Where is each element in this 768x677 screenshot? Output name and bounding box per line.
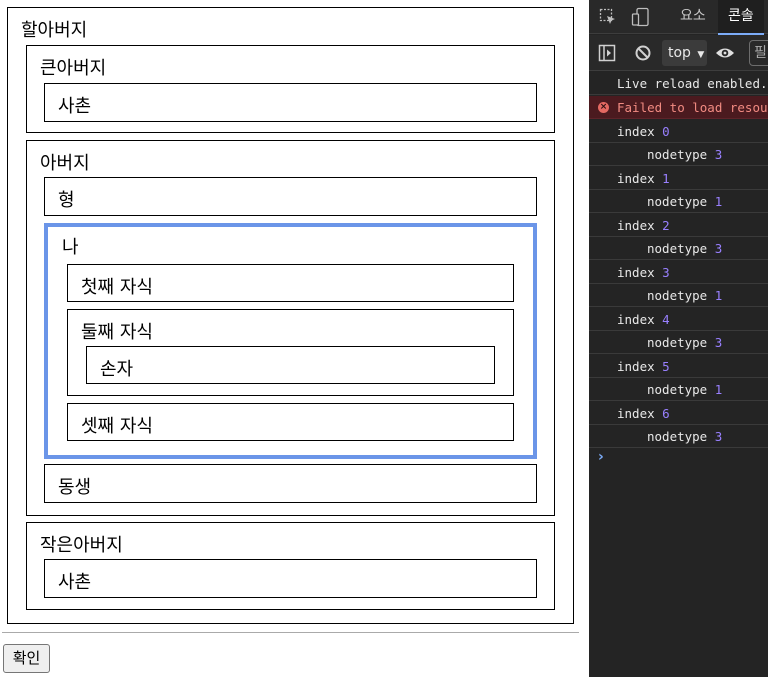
console-message: nodetype 1 <box>589 190 768 213</box>
error-icon: × <box>598 102 609 113</box>
log-label: nodetype <box>647 147 708 162</box>
log-label: nodetype <box>647 194 708 209</box>
log-label: index <box>617 218 655 233</box>
inspect-icon[interactable] <box>599 8 617 26</box>
log-label: nodetype <box>647 241 708 256</box>
log-value: 2 <box>662 218 670 233</box>
father-label: 아버지 <box>40 153 90 174</box>
younger-sibling-label: 동생 <box>58 477 92 498</box>
grandfather-label: 할아버지 <box>21 20 88 41</box>
younger-sibling-box: 동생 <box>44 464 537 503</box>
device-toggle-icon[interactable] <box>631 7 651 27</box>
log-label: nodetype <box>647 382 708 397</box>
cousin-label-2: 사촌 <box>58 572 92 593</box>
log-value: 1 <box>662 171 670 186</box>
context-selector[interactable]: top ▼ <box>662 40 707 66</box>
log-value: 1 <box>714 194 723 209</box>
second-child-label: 둘째 자식 <box>81 322 153 343</box>
log-label: index <box>617 359 655 374</box>
console-prompt[interactable]: › <box>598 449 604 465</box>
first-child-label: 첫째 자식 <box>81 277 153 298</box>
log-label: index <box>617 265 655 280</box>
dropdown-arrow-icon: ▼ <box>697 50 705 60</box>
log-label: index <box>617 171 655 186</box>
console-message: index 4 <box>589 308 768 331</box>
console-message: Live reload enabled. <box>589 72 768 95</box>
log-label: index <box>617 124 655 139</box>
console-toolbar: top ▼ 필 <box>589 35 768 71</box>
console-error-message: × Failed to load resou <box>589 96 768 119</box>
third-child-box: 셋째 자식 <box>67 403 514 441</box>
confirm-button[interactable]: 확인 <box>3 644 50 673</box>
console-message: index 6 <box>589 402 768 425</box>
console-filter-input[interactable]: 필 <box>749 40 768 66</box>
devtools-tab-bar: 요소 콘솔 <box>589 0 768 35</box>
log-value: 0 <box>662 124 670 139</box>
log-value: 3 <box>714 429 723 444</box>
cousin-box-1: 사촌 <box>44 83 537 122</box>
console-message: nodetype 1 <box>589 378 768 401</box>
error-text: Failed to load resou <box>617 100 768 115</box>
page: 할아버지 큰아버지 사촌 아버지 형 나 첫째 자식 둘째 자식 손자 셋째 자… <box>0 0 589 677</box>
log-label: nodetype <box>647 335 708 350</box>
cousin-label-1: 사촌 <box>58 96 92 117</box>
grandchild-label: 손자 <box>100 359 134 380</box>
context-value: top <box>668 45 691 61</box>
big-uncle-label: 큰아버지 <box>40 58 107 79</box>
log-value: 3 <box>714 335 723 350</box>
log-value: 3 <box>714 147 723 162</box>
divider <box>2 632 579 633</box>
log-label: index <box>617 312 655 327</box>
sidebar-toggle-icon[interactable] <box>598 44 616 62</box>
log-value: 3 <box>662 265 670 280</box>
clear-console-icon[interactable] <box>634 44 652 62</box>
console-message: index 0 <box>589 120 768 143</box>
console-message: index 3 <box>589 261 768 284</box>
cousin-box-2: 사촌 <box>44 559 537 598</box>
log-label: index <box>617 406 655 421</box>
console-message: index 5 <box>589 355 768 378</box>
small-uncle-label: 작은아버지 <box>40 535 123 556</box>
tab-console[interactable]: 콘솔 <box>718 0 764 35</box>
older-brother-label: 형 <box>58 190 75 211</box>
grandchild-box: 손자 <box>86 346 495 384</box>
console-message: nodetype 3 <box>589 143 768 166</box>
tab-elements[interactable]: 요소 <box>678 0 708 34</box>
console-message: index 1 <box>589 167 768 190</box>
log-value: 3 <box>714 241 723 256</box>
older-brother-box: 형 <box>44 177 537 216</box>
console-message: nodetype 3 <box>589 237 768 260</box>
console-message: index 2 <box>589 214 768 237</box>
log-value: 6 <box>662 406 670 421</box>
log-label: nodetype <box>647 429 708 444</box>
log-value: 1 <box>714 382 723 397</box>
console-message: nodetype 3 <box>589 425 768 448</box>
eye-icon[interactable] <box>715 44 735 62</box>
log-value: 4 <box>662 312 670 327</box>
log-value: 1 <box>714 288 723 303</box>
console-message: nodetype 3 <box>589 331 768 354</box>
message-text: Live reload enabled. <box>617 76 768 91</box>
me-label: 나 <box>62 237 79 258</box>
devtools-panel: 요소 콘솔 top ▼ 필 Live reload enabled. × Fai… <box>589 0 768 677</box>
log-label: nodetype <box>647 288 708 303</box>
log-value: 5 <box>662 359 670 374</box>
first-child-box: 첫째 자식 <box>67 264 514 302</box>
console-message: nodetype 1 <box>589 284 768 307</box>
third-child-label: 셋째 자식 <box>81 416 153 437</box>
